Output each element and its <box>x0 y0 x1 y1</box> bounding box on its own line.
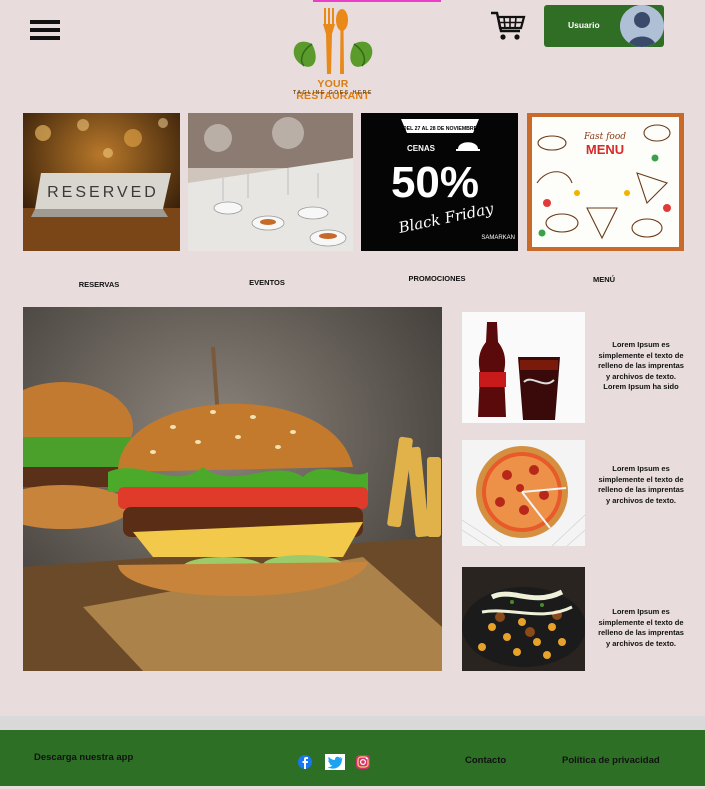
pizza-image <box>462 440 585 546</box>
category-label-promociones[interactable]: PROMOCIONES <box>377 274 497 283</box>
twitter-icon[interactable] <box>325 754 345 770</box>
menu-fastfood: Fast food <box>583 132 626 142</box>
promo-discount: 50% <box>391 158 479 207</box>
side-item-description: Lorem Ipsum es simplemente el texto de r… <box>598 464 684 505</box>
menu-image[interactable]: Fast food MENU <box>527 113 684 251</box>
side-item-description: Lorem Ipsum es simplemente el texto de r… <box>598 340 684 391</box>
category-label-eventos[interactable]: EVENTOS <box>207 278 327 287</box>
contact-link[interactable]: Contacto <box>465 755 506 766</box>
nachos-image <box>462 567 585 671</box>
logo-tagline: TAGLINE GOES HERE <box>293 90 373 96</box>
side-item-description: Lorem Ipsum es simplemente el texto de r… <box>598 607 684 648</box>
menu-icon[interactable] <box>30 20 60 40</box>
category-label-reservas[interactable]: RESERVAS <box>39 280 159 289</box>
category-label-menu[interactable]: MENÚ <box>544 275 664 284</box>
instagram-icon[interactable] <box>355 754 373 770</box>
promo-date: DEL 27 AL 28 DE NOVIEMBRE <box>403 126 478 132</box>
download-app-link[interactable]: Descarga nuestra app <box>34 752 133 763</box>
promo-cenas: CENAS <box>407 144 436 153</box>
reserved-sign-text: RESERVED <box>47 184 159 201</box>
footer-divider <box>0 716 705 730</box>
facebook-icon[interactable] <box>297 754 315 770</box>
event-image[interactable] <box>188 113 353 251</box>
user-label: Usuario <box>568 20 600 30</box>
privacy-policy-link[interactable]: Política de privacidad <box>562 755 660 766</box>
promo-image[interactable]: DEL 27 AL 28 DE NOVIEMBRE CENAS 50% Blac… <box>361 113 518 251</box>
menu-title: MENU <box>586 142 624 157</box>
cart-icon[interactable] <box>490 10 526 42</box>
featured-burger-image <box>23 307 442 671</box>
avatar-icon[interactable] <box>620 5 664 47</box>
coca-cola-image <box>462 312 585 423</box>
promo-brand: SAMARKAN <box>481 235 515 241</box>
reserved-image[interactable]: RESERVED <box>23 113 180 251</box>
logo-top-bar <box>313 0 441 2</box>
